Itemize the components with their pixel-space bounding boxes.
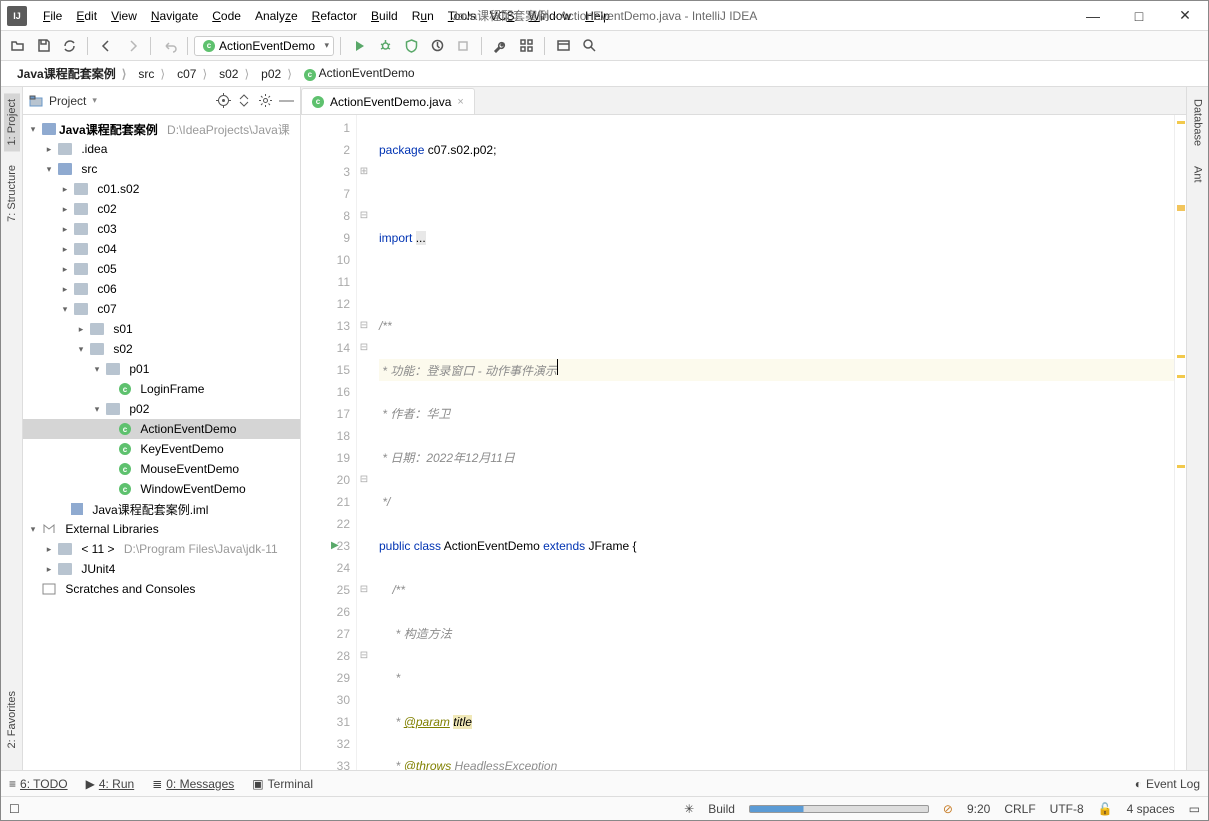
- status-caret-pos[interactable]: 9:20: [967, 802, 990, 816]
- search-icon[interactable]: [577, 34, 601, 58]
- undo-dropdown-icon[interactable]: [157, 34, 181, 58]
- close-button[interactable]: ✕: [1162, 1, 1208, 31]
- tool-terminal[interactable]: ▣ Terminal: [252, 777, 313, 791]
- status-readonly-icon[interactable]: 🔓: [1098, 802, 1113, 816]
- menu-code[interactable]: Code: [206, 7, 247, 25]
- bc-s02[interactable]: s02: [213, 67, 255, 81]
- status-encoding[interactable]: UTF-8: [1050, 802, 1084, 816]
- bc-p02[interactable]: p02: [255, 67, 298, 81]
- project-icon: [29, 94, 43, 108]
- minimize-button[interactable]: —: [1070, 1, 1116, 31]
- bc-root[interactable]: Java课程配套案例: [11, 65, 132, 82]
- coverage-icon[interactable]: [399, 34, 423, 58]
- layout-icon[interactable]: [551, 34, 575, 58]
- menu-file[interactable]: File: [37, 7, 68, 25]
- editor-tab-active[interactable]: ActionEventDemo.java ×: [301, 88, 475, 114]
- tool-project-tab[interactable]: 1: Project: [4, 93, 20, 151]
- status-bar: ☐ ✳ Build ⊘ 9:20 CRLF UTF-8 🔓 4 spaces ▭: [1, 796, 1208, 820]
- stop-icon[interactable]: [451, 34, 475, 58]
- class-icon: [203, 40, 215, 52]
- code-editor[interactable]: 1237891011121314151617181920212223242526…: [301, 115, 1186, 770]
- tool-run[interactable]: ▶ 4: Run: [86, 777, 135, 791]
- class-icon: [304, 69, 316, 81]
- class-icon: [312, 96, 324, 108]
- expand-icon[interactable]: [237, 93, 252, 108]
- status-mem-icon[interactable]: ▭: [1189, 802, 1200, 816]
- line-gutter: 1237891011121314151617181920212223242526…: [301, 115, 357, 770]
- left-tool-gutter: 1: Project 7: Structure 2: Favorites: [1, 87, 23, 770]
- window-title: Java课程配套案例 - ActionEventDemo.java - Inte…: [452, 7, 757, 24]
- menu-run[interactable]: Run: [406, 7, 440, 25]
- bottom-tool-bar: ≡ 6: TODO ▶ 4: Run ≣ 0: Messages ▣ Termi…: [1, 770, 1208, 796]
- status-line-ending[interactable]: CRLF: [1004, 802, 1035, 816]
- structure-icon[interactable]: [514, 34, 538, 58]
- tool-favorites-tab[interactable]: 2: Favorites: [4, 685, 20, 754]
- run-icon[interactable]: [347, 34, 371, 58]
- status-build: Build: [708, 802, 735, 816]
- project-panel-title: Project: [49, 94, 86, 108]
- save-icon[interactable]: [31, 34, 55, 58]
- open-icon[interactable]: [5, 34, 29, 58]
- gear-icon[interactable]: [258, 93, 273, 108]
- menu-edit[interactable]: Edit: [70, 7, 103, 25]
- tool-ant-tab[interactable]: Ant: [1190, 160, 1206, 189]
- bc-src[interactable]: src: [132, 67, 171, 81]
- sync-icon[interactable]: [57, 34, 81, 58]
- back-icon[interactable]: [94, 34, 118, 58]
- menu-analyze[interactable]: Analyze: [249, 7, 304, 25]
- status-warn-icon[interactable]: ⊘: [943, 802, 953, 816]
- project-tree[interactable]: ▾ Java课程配套案例 D:\IdeaProjects\Java课 ▸ .id…: [23, 115, 300, 770]
- forward-icon[interactable]: [120, 34, 144, 58]
- maximize-button[interactable]: □: [1116, 1, 1162, 31]
- tool-todo[interactable]: ≡ 6: TODO: [9, 777, 68, 791]
- close-tab-icon[interactable]: ×: [457, 96, 463, 108]
- profile-icon[interactable]: [425, 34, 449, 58]
- project-panel-header: Project ▾ —: [23, 87, 300, 115]
- editor-area: ActionEventDemo.java × 12378910111213141…: [301, 87, 1186, 770]
- title-bar: IJ File Edit View Navigate Code Analyze …: [1, 1, 1208, 31]
- tool-messages[interactable]: ≣ 0: Messages: [152, 777, 234, 791]
- bc-c07[interactable]: c07: [171, 67, 213, 81]
- menu-navigate[interactable]: Navigate: [145, 7, 204, 25]
- code-content[interactable]: package c07.s02.p02; import ... /** * 功能…: [371, 115, 1174, 770]
- tree-selected-item: ActionEventDemo: [23, 419, 300, 439]
- tool-database-tab[interactable]: Database: [1190, 93, 1206, 152]
- right-tool-gutter: Database Ant: [1186, 87, 1208, 770]
- run-config-selector[interactable]: ActionEventDemo: [194, 36, 334, 56]
- breadcrumb: Java课程配套案例 src c07 s02 p02 ActionEventDe…: [1, 61, 1208, 87]
- hide-icon[interactable]: —: [279, 92, 294, 109]
- main-toolbar: ActionEventDemo: [1, 31, 1208, 61]
- status-indent[interactable]: 4 spaces: [1127, 802, 1175, 816]
- error-stripe[interactable]: [1174, 115, 1186, 770]
- menu-view[interactable]: View: [105, 7, 143, 25]
- menu-build[interactable]: Build: [365, 7, 404, 25]
- tool-eventlog[interactable]: ◐ Event Log: [1135, 777, 1200, 791]
- status-msg-icon[interactable]: ☐: [9, 802, 20, 816]
- spinner-icon: ✳: [684, 802, 694, 816]
- build-progress: [749, 805, 929, 813]
- editor-tab-label: ActionEventDemo.java: [330, 95, 451, 109]
- project-panel: Project ▾ — ▾ Java课程配套案例 D:\IdeaProjects…: [23, 87, 301, 770]
- debug-icon[interactable]: [373, 34, 397, 58]
- bc-file[interactable]: ActionEventDemo: [298, 66, 421, 81]
- app-icon: IJ: [7, 6, 27, 26]
- wrench-icon[interactable]: [488, 34, 512, 58]
- locate-icon[interactable]: [216, 93, 231, 108]
- run-config-label: ActionEventDemo: [219, 39, 315, 53]
- editor-tab-bar: ActionEventDemo.java ×: [301, 87, 1186, 115]
- menu-refactor[interactable]: Refactor: [306, 7, 363, 25]
- tool-structure-tab[interactable]: 7: Structure: [4, 159, 20, 228]
- fold-gutter[interactable]: ⊞⊟⊟⊟⊟⊟⊟: [357, 115, 371, 770]
